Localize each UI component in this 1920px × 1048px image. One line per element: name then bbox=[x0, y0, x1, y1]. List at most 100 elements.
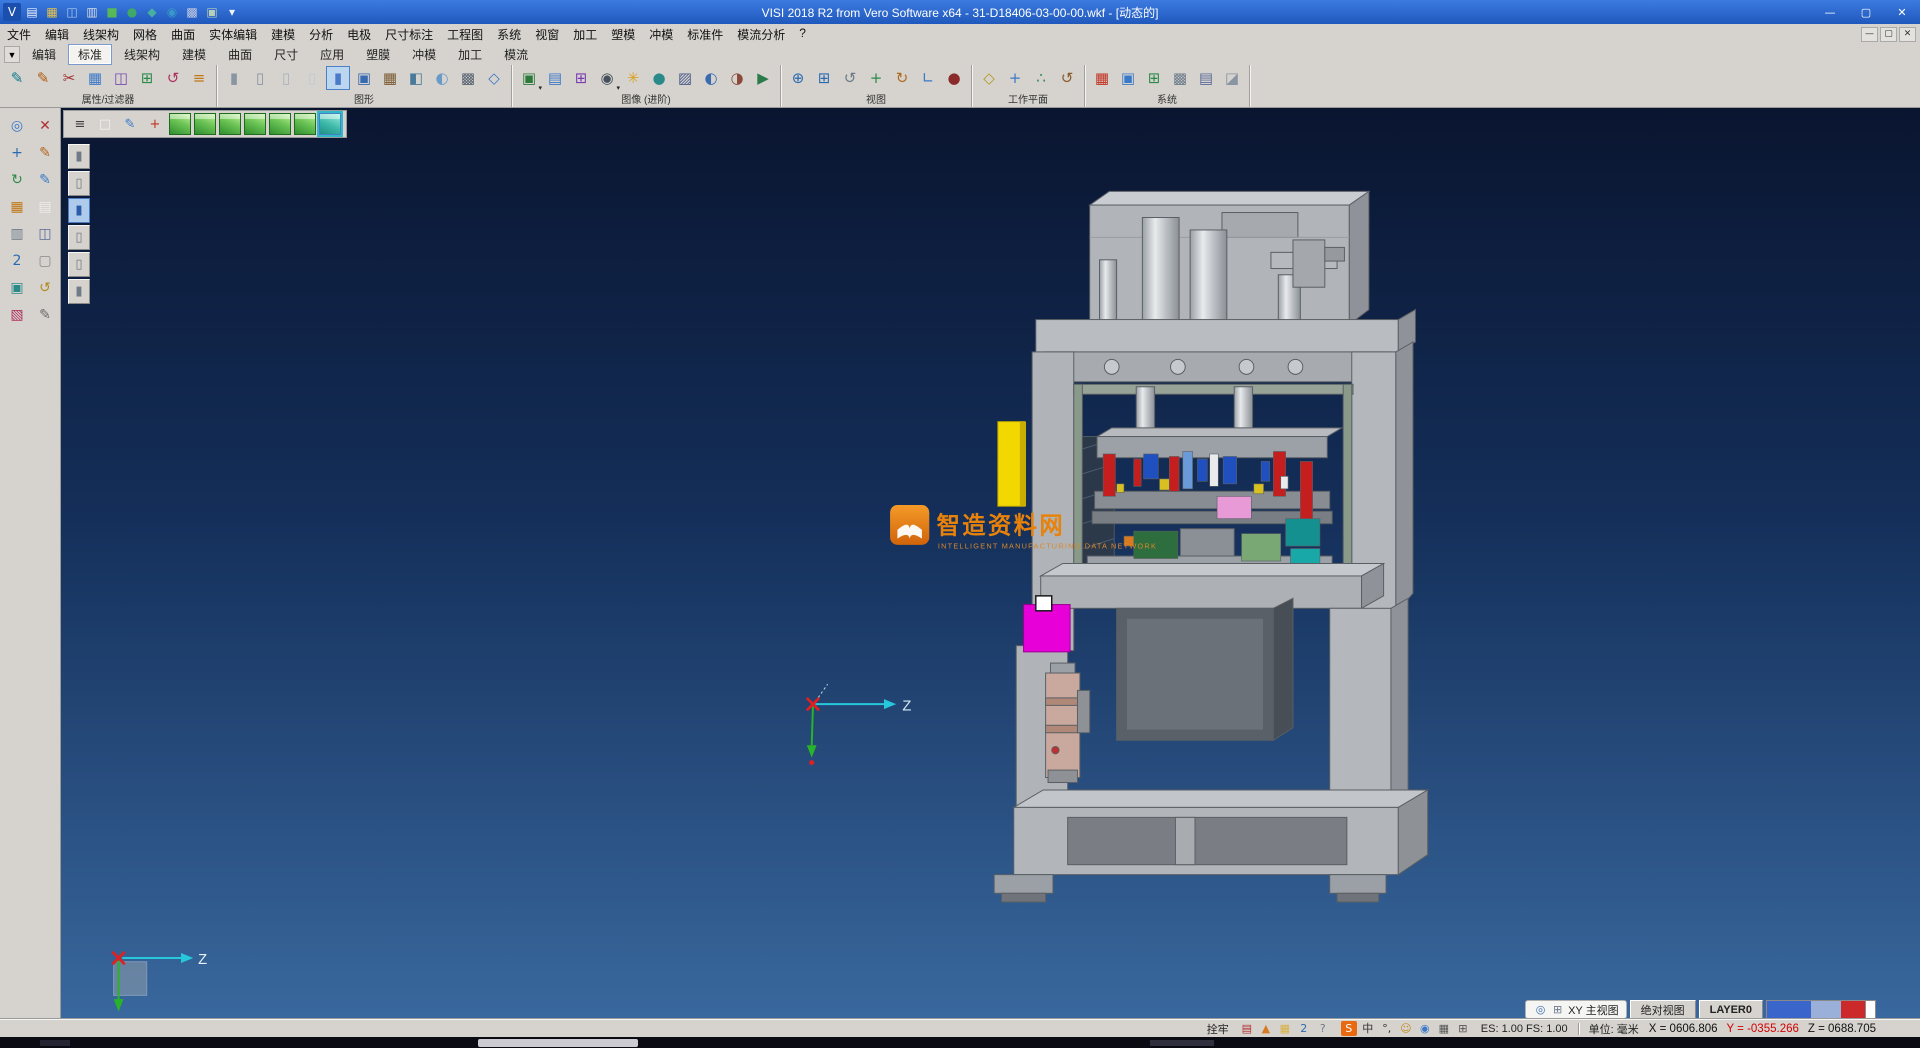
view-right-icon[interactable] bbox=[269, 113, 291, 135]
undo-icon[interactable]: ↺ bbox=[32, 276, 58, 300]
menu-item[interactable]: 尺寸标注 bbox=[378, 25, 440, 44]
mdi-restore-button[interactable]: ▢ bbox=[1880, 27, 1897, 42]
view-mode-icon[interactable]: ◎ bbox=[1533, 1002, 1548, 1017]
viewbar-sketch-icon[interactable]: ✎ bbox=[119, 113, 141, 135]
filter-reset-icon[interactable]: ↺ bbox=[161, 66, 185, 90]
new-document-icon[interactable]: ▤ bbox=[23, 3, 41, 21]
translate-icon[interactable]: + bbox=[4, 141, 30, 165]
menu-item[interactable]: 网格 bbox=[126, 25, 164, 44]
measure-icon[interactable]: ◆ bbox=[143, 3, 161, 21]
rotate-view-icon[interactable]: ↻ bbox=[890, 66, 914, 90]
filter-type-icon[interactable]: ⊞ bbox=[135, 66, 159, 90]
zoom-previous-icon[interactable]: ↺ bbox=[838, 66, 862, 90]
viewbar-menu-icon[interactable]: ≡ bbox=[69, 113, 91, 135]
tab-模流[interactable]: 模流 bbox=[494, 44, 538, 65]
redraw-icon[interactable]: ● bbox=[942, 66, 966, 90]
display-section-icon[interactable]: ◧ bbox=[404, 66, 428, 90]
ime-keyboard-icon[interactable]: ▦ bbox=[1436, 1021, 1452, 1036]
flame-icon[interactable]: ▲ bbox=[1258, 1021, 1274, 1036]
help-tray-icon[interactable]: ? bbox=[1315, 1021, 1331, 1036]
ime-mic-icon[interactable]: ◉ bbox=[1417, 1021, 1433, 1036]
taskbar-item[interactable] bbox=[40, 1040, 70, 1046]
workplane-align-icon[interactable]: + bbox=[1003, 66, 1027, 90]
system-display-icon[interactable]: ▣ bbox=[1116, 66, 1140, 90]
workplane-reset-icon[interactable]: ↺ bbox=[1055, 66, 1079, 90]
mdi-minimize-button[interactable]: — bbox=[1861, 27, 1878, 42]
image-background-icon[interactable]: ▨ bbox=[673, 66, 697, 90]
plot-icon[interactable]: ▥ bbox=[4, 222, 30, 246]
image-multiview-icon[interactable]: ⊞ bbox=[569, 66, 593, 90]
display-texture-icon[interactable]: ▦ bbox=[378, 66, 402, 90]
edit-surface-icon[interactable]: ✎ bbox=[32, 168, 58, 192]
menu-item[interactable]: 文件 bbox=[0, 25, 38, 44]
menu-item[interactable]: 曲面 bbox=[164, 25, 202, 44]
tab-线架构[interactable]: 线架构 bbox=[114, 44, 170, 65]
tab-标准[interactable]: 标准 bbox=[68, 44, 112, 65]
filter-color-icon[interactable]: ▦ bbox=[83, 66, 107, 90]
properties-edit-icon[interactable]: ✎ bbox=[5, 66, 29, 90]
filter-cut-icon[interactable]: ✂ bbox=[57, 66, 81, 90]
menu-item[interactable]: 实体编辑 bbox=[202, 25, 264, 44]
info-icon[interactable]: 2 bbox=[1296, 1021, 1312, 1036]
tab-编辑[interactable]: 编辑 bbox=[22, 44, 66, 65]
menu-item[interactable]: 塑模 bbox=[604, 25, 642, 44]
tab-建模[interactable]: 建模 bbox=[172, 44, 216, 65]
windows-taskbar[interactable] bbox=[0, 1037, 1920, 1048]
menu-item[interactable]: 系统 bbox=[490, 25, 528, 44]
filter-all-icon[interactable]: ▮ bbox=[68, 279, 90, 304]
sheet-icon[interactable]: ▤ bbox=[32, 195, 58, 219]
zoom-fit-icon[interactable]: ⊕ bbox=[786, 66, 810, 90]
image-light-icon[interactable]: ✳ bbox=[621, 66, 645, 90]
texture-palette-icon[interactable]: ▧ bbox=[4, 303, 30, 327]
image-environment-icon[interactable]: ◐ bbox=[699, 66, 723, 90]
view-left-icon[interactable] bbox=[244, 113, 266, 135]
filter-solids-icon[interactable]: ▮ bbox=[68, 144, 90, 169]
ime-punct-icon[interactable]: °, bbox=[1379, 1021, 1395, 1036]
image-camera-icon[interactable]: ◉▾ bbox=[595, 66, 619, 90]
delete-element-icon[interactable]: ✕ bbox=[32, 114, 58, 138]
viewbar-plane-icon[interactable]: □ bbox=[94, 113, 116, 135]
display-transparency-icon[interactable]: ◐ bbox=[430, 66, 454, 90]
tab-应用[interactable]: 应用 bbox=[310, 44, 354, 65]
menu-item[interactable]: 冲模 bbox=[642, 25, 680, 44]
menu-item[interactable]: 加工 bbox=[566, 25, 604, 44]
filter-wireframe-icon[interactable]: ▯ bbox=[68, 225, 90, 250]
tab-冲模[interactable]: 冲模 bbox=[402, 44, 446, 65]
view-front-icon[interactable] bbox=[219, 113, 241, 135]
ime-emoji-icon[interactable]: ☺ bbox=[1398, 1021, 1414, 1036]
sogou-logo-icon[interactable]: S bbox=[1341, 1021, 1357, 1036]
tab-加工[interactable]: 加工 bbox=[448, 44, 492, 65]
menu-item[interactable]: 标准件 bbox=[680, 25, 730, 44]
display-shadow-icon[interactable]: ▩ bbox=[456, 66, 480, 90]
close-button[interactable]: ✕ bbox=[1884, 0, 1920, 24]
display-wireframe-icon[interactable]: ▯ bbox=[248, 66, 272, 90]
ime-toolbox-icon[interactable]: ⊞ bbox=[1455, 1021, 1471, 1036]
display-perspective-icon[interactable]: ◇ bbox=[482, 66, 506, 90]
menu-item[interactable]: 建模 bbox=[264, 25, 302, 44]
solid-box-icon[interactable]: ▣ bbox=[4, 276, 30, 300]
menu-item[interactable]: 线架构 bbox=[76, 25, 126, 44]
display-render-icon[interactable]: ▣ bbox=[352, 66, 376, 90]
tab-尺寸[interactable]: 尺寸 bbox=[264, 44, 308, 65]
folder-icon[interactable]: ▦ bbox=[1277, 1021, 1293, 1036]
edit-wireframe-icon[interactable]: ✎ bbox=[32, 141, 58, 165]
image-material-icon[interactable]: ● bbox=[647, 66, 671, 90]
image-stereo-icon[interactable]: ◑ bbox=[725, 66, 749, 90]
snap-lock-label[interactable]: 拴牢 bbox=[1207, 1021, 1229, 1037]
image-view-icon[interactable]: ▤ bbox=[543, 66, 567, 90]
tab-曲面[interactable]: 曲面 bbox=[218, 44, 262, 65]
menu-item[interactable]: 分析 bbox=[302, 25, 340, 44]
system-info-icon[interactable]: ◪ bbox=[1220, 66, 1244, 90]
pan-view-icon[interactable]: + bbox=[864, 66, 888, 90]
layer-manager-icon[interactable]: ◫ bbox=[32, 222, 58, 246]
save-icon[interactable]: ◫ bbox=[63, 3, 81, 21]
viewport-3d[interactable]: Z Z 智造资料网 INTELLIGENT MANUFACTURING DATA… bbox=[61, 108, 1920, 1019]
color-palette-icon[interactable]: ▦ bbox=[4, 195, 30, 219]
workplane-standard-icon[interactable]: ◇ bbox=[977, 66, 1001, 90]
tab-dropdown-icon[interactable]: ▼ bbox=[4, 46, 20, 63]
view-selector[interactable]: ◎⊞ XY 主视图 bbox=[1525, 1000, 1627, 1019]
view-selector-label[interactable]: XY 主视图 bbox=[1568, 1002, 1619, 1018]
menu-item[interactable]: 编辑 bbox=[38, 25, 76, 44]
filter-active-icon[interactable]: ▮ bbox=[68, 198, 90, 223]
minimize-button[interactable]: — bbox=[1812, 0, 1848, 24]
